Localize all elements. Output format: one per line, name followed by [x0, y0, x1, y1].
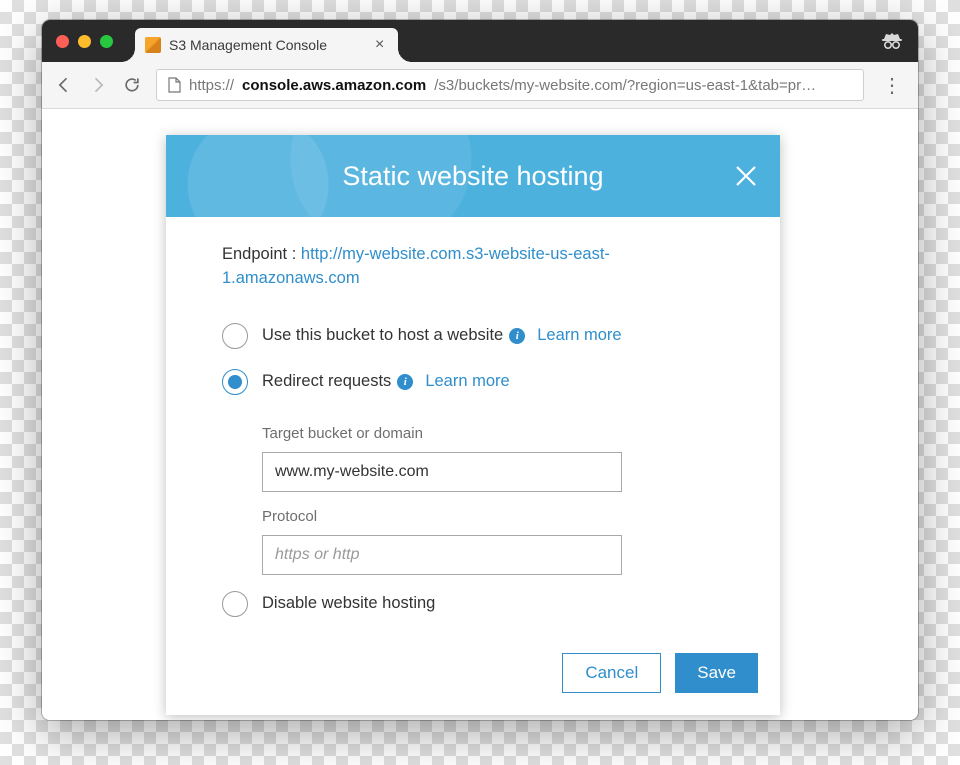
dialog-title: Static website hosting [342, 161, 603, 192]
save-button[interactable]: Save [675, 653, 758, 693]
page-icon [167, 77, 181, 93]
option-disable-label: Disable website hosting [262, 594, 435, 613]
window-zoom-button[interactable] [100, 35, 113, 48]
page-content: Static website hosting Endpoint : http:/… [42, 109, 918, 720]
option-redirect-requests[interactable]: Redirect requests i Learn more [222, 359, 724, 405]
url-host: console.aws.amazon.com [242, 77, 426, 94]
window-close-button[interactable] [56, 35, 69, 48]
forward-button[interactable] [88, 75, 108, 95]
tab-close-button[interactable]: × [375, 36, 384, 54]
window-minimize-button[interactable] [78, 35, 91, 48]
cancel-button[interactable]: Cancel [562, 653, 661, 693]
dialog-close-button[interactable] [732, 162, 760, 190]
option-host-website[interactable]: Use this bucket to host a website i Lear… [222, 313, 724, 359]
url-path: /s3/buckets/my-website.com/?region=us-ea… [434, 77, 816, 94]
address-bar: https:// console.aws.amazon.com/s3/bucket… [42, 62, 918, 109]
dialog-body: Endpoint : http://my-website.com.s3-webs… [166, 217, 780, 635]
tab-title: S3 Management Console [169, 37, 327, 53]
window-controls [56, 35, 113, 48]
info-icon[interactable]: i [397, 374, 413, 390]
endpoint: Endpoint : http://my-website.com.s3-webs… [222, 243, 724, 291]
titlebar: S3 Management Console × [42, 20, 918, 62]
radio-redirect-requests[interactable] [222, 369, 248, 395]
dialog-header: Static website hosting [166, 135, 780, 217]
protocol-label: Protocol [262, 508, 724, 525]
favicon-icon [145, 37, 161, 53]
protocol-input[interactable] [262, 535, 622, 575]
url-scheme: https:// [189, 77, 234, 94]
option-host-label: Use this bucket to host a website [262, 326, 503, 345]
option-redirect-label: Redirect requests [262, 372, 391, 391]
browser-tab[interactable]: S3 Management Console × [135, 28, 398, 62]
radio-host-website[interactable] [222, 323, 248, 349]
endpoint-label: Endpoint : [222, 245, 301, 263]
browser-window: S3 Management Console × h [42, 20, 918, 720]
info-icon[interactable]: i [509, 328, 525, 344]
target-label: Target bucket or domain [262, 425, 724, 442]
redirect-subform: Target bucket or domain Protocol [222, 405, 724, 581]
static-website-hosting-dialog: Static website hosting Endpoint : http:/… [166, 135, 780, 715]
dialog-footer: Cancel Save [166, 635, 780, 715]
option-disable-hosting[interactable]: Disable website hosting [222, 581, 724, 627]
radio-disable-hosting[interactable] [222, 591, 248, 617]
reload-button[interactable] [122, 75, 142, 95]
target-bucket-input[interactable] [262, 452, 622, 492]
learn-more-host[interactable]: Learn more [537, 326, 621, 345]
learn-more-redirect[interactable]: Learn more [425, 372, 509, 391]
url-input[interactable]: https:// console.aws.amazon.com/s3/bucket… [156, 69, 864, 101]
browser-menu-button[interactable]: ⋮ [878, 73, 906, 98]
incognito-icon [880, 33, 904, 49]
back-button[interactable] [54, 75, 74, 95]
